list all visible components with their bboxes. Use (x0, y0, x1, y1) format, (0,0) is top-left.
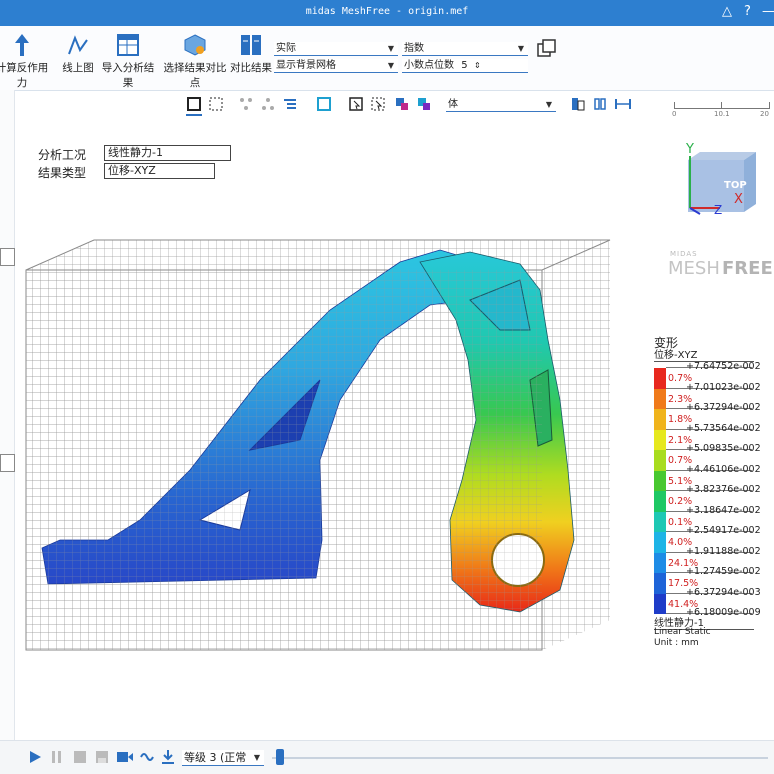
legend-value: +5.73564e-002 (686, 422, 761, 434)
legend-value: +1.91188e-002 (686, 545, 761, 557)
legend-color-swatch (654, 470, 666, 491)
pause-icon[interactable] (50, 750, 64, 764)
legend-analysis: Linear Static (654, 627, 711, 637)
wave-icon[interactable] (140, 750, 156, 764)
animation-step-select[interactable]: 等级 3 (正常 ▼ (182, 750, 264, 766)
legend-percent: 2.1% (668, 434, 693, 446)
legend-value: +6.37294e-002 (686, 402, 761, 413)
legend-value: +2.54917e-002 (686, 525, 761, 536)
legend-color-swatch (654, 491, 666, 512)
download-icon[interactable] (160, 749, 176, 765)
axis-z-label: Z (714, 203, 723, 217)
legend-subtitle: 位移-XYZ (654, 346, 754, 362)
legend-percent: 41.4% (668, 598, 699, 610)
legend-value: +3.18647e-002 (686, 504, 761, 516)
animation-step-value: 等级 3 (正常 (184, 751, 247, 764)
legend-percent: 1.8% (668, 414, 693, 425)
legend-color-swatch (654, 409, 666, 430)
legend-color-swatch (654, 450, 666, 471)
axis-y-label: Y (686, 142, 694, 157)
legend-percent: 24.1% (668, 557, 699, 569)
logo-free-text: FREE (722, 258, 773, 279)
save-frame-icon[interactable] (72, 749, 88, 765)
legend-percent: 0.1% (668, 516, 693, 528)
logo-mesh-text: MESH (668, 258, 720, 279)
legend-value: +7.64752e-002 (686, 361, 761, 372)
foreground-mesh (26, 270, 542, 650)
playback-bar: 等级 3 (正常 ▼ (0, 740, 774, 774)
chevron-down-icon: ▼ (253, 753, 260, 762)
timeline-slider-handle[interactable] (276, 749, 284, 765)
legend-color-swatch (654, 388, 666, 409)
axis-x-label: X (734, 192, 743, 207)
record-video-icon[interactable] (116, 750, 134, 764)
legend-percent: 17.5% (668, 578, 699, 589)
save-all-icon[interactable] (94, 749, 110, 765)
legend-unit: Unit : mm (654, 638, 699, 648)
legend-color-swatch (654, 532, 666, 553)
legend-color-swatch (654, 552, 666, 573)
legend-percent: 4.0% (668, 537, 693, 548)
legend-value: +3.82376e-002 (686, 484, 761, 495)
legend-color-swatch (654, 429, 666, 450)
timeline-track[interactable] (272, 757, 768, 759)
legend-percent: 0.7% (668, 455, 693, 466)
legend-percent: 0.7% (668, 373, 693, 384)
legend-percent: 2.3% (668, 393, 693, 405)
legend-percent: 0.2% (668, 496, 693, 507)
legend-color-swatch (654, 573, 666, 594)
cube-face-label: TOP (724, 180, 747, 191)
play-icon[interactable] (28, 750, 42, 764)
legend-value: +5.09835e-002 (686, 443, 761, 454)
legend-value: +7.01023e-002 (686, 381, 761, 393)
legend-color-swatch (654, 593, 666, 614)
legend-value: +4.46106e-002 (686, 463, 761, 475)
legend-color-swatch (654, 511, 666, 532)
legend-color-swatch (654, 368, 666, 389)
logo-small-text: MIDAS (670, 250, 698, 258)
legend-percent: 5.1% (668, 475, 693, 487)
